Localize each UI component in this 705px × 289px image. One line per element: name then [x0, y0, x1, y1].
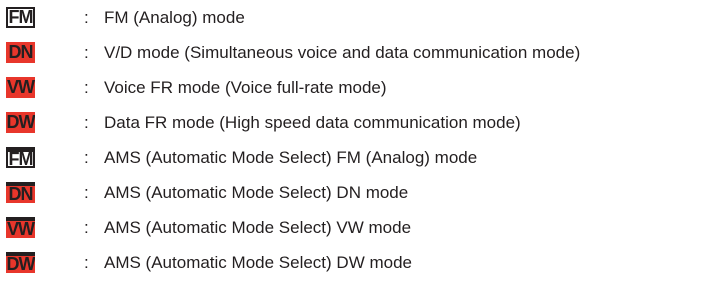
legend-description: Data FR mode (High speed data communicat…	[104, 113, 521, 132]
separator: :	[84, 253, 89, 272]
vw-mode-icon: VW	[6, 77, 35, 98]
ams-dw-mode-icon: DW	[6, 252, 35, 273]
legend-description: AMS (Automatic Mode Select) DW mode	[104, 253, 412, 272]
separator: :	[84, 43, 89, 62]
legend-row-ams-fm: FM : AMS (Automatic Mode Select) FM (Ana…	[0, 145, 705, 179]
legend-description: Voice FR mode (Voice full-rate mode)	[104, 78, 387, 97]
legend-description: AMS (Automatic Mode Select) FM (Analog) …	[104, 148, 478, 167]
legend-row-fm: FM : FM (Analog) mode	[0, 5, 705, 39]
legend-description: FM (Analog) mode	[104, 8, 245, 27]
dw-mode-icon: DW	[6, 112, 35, 133]
legend-row-dw: DW : Data FR mode (High speed data commu…	[0, 110, 705, 144]
legend-description: AMS (Automatic Mode Select) VW mode	[104, 218, 412, 237]
legend-row-ams-vw: VW : AMS (Automatic Mode Select) VW mode	[0, 215, 705, 249]
legend-row-vw: VW : Voice FR mode (Voice full-rate mode…	[0, 75, 705, 109]
legend-description: AMS (Automatic Mode Select) DN mode	[104, 183, 409, 202]
ams-dn-mode-icon: DN	[6, 182, 35, 203]
legend-description: V/D mode (Simultaneous voice and data co…	[104, 43, 581, 62]
separator: :	[84, 183, 89, 202]
separator: :	[84, 218, 89, 237]
separator: :	[84, 113, 89, 132]
separator: :	[84, 78, 89, 97]
legend-row-dn: DN : V/D mode (Simultaneous voice and da…	[0, 40, 705, 74]
ams-vw-mode-icon: VW	[6, 217, 35, 238]
separator: :	[84, 148, 89, 167]
legend-row-ams-dn: DN : AMS (Automatic Mode Select) DN mode	[0, 180, 705, 214]
separator: :	[84, 8, 89, 27]
fm-mode-icon: FM	[6, 7, 35, 28]
legend-row-ams-dw: DW : AMS (Automatic Mode Select) DW mode	[0, 250, 705, 284]
dn-mode-icon: DN	[6, 42, 35, 63]
mode-icon-legend: FM : FM (Analog) mode DN : V/D mode (Sim…	[0, 0, 705, 289]
ams-fm-mode-icon: FM	[6, 147, 35, 168]
